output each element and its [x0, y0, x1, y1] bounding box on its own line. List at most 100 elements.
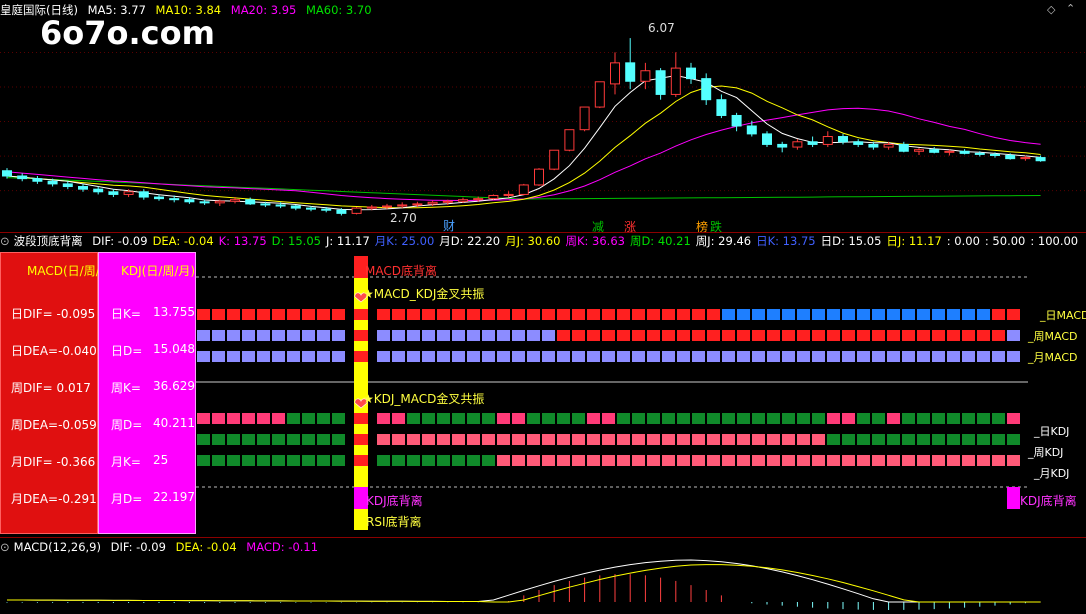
signal-cell [527, 413, 540, 424]
signal-cell [302, 309, 315, 320]
signal-cell [857, 413, 870, 424]
candle-body [670, 67, 681, 95]
signal-cell [497, 309, 510, 320]
candle-body [336, 209, 347, 214]
candle-body [78, 186, 88, 190]
signal-cell [257, 455, 270, 466]
signal-cell [767, 309, 780, 320]
chevron-up-icon[interactable]: ⌃ [1066, 2, 1075, 15]
indicator-value: DEA: -0.04 [152, 234, 214, 248]
macd-kdj-cross-label: ★MACD_KDJ金叉共振 [363, 287, 485, 301]
macd-header: ⊙ MACD(12,26,9) DIF: -0.09 DEA: -0.04 MAC… [0, 538, 324, 556]
signal-cell [332, 351, 345, 362]
signal-cell [947, 455, 960, 466]
signal-cell [752, 330, 765, 341]
signal-cell [602, 455, 615, 466]
signal-cell [467, 413, 480, 424]
signal-cell [767, 351, 780, 362]
candle-body [275, 204, 286, 207]
signal-cell [452, 413, 465, 424]
collapse-icon[interactable]: ⊙ [0, 234, 10, 248]
signal-cell [917, 413, 930, 424]
signal-cell [887, 330, 900, 341]
signal-cell [557, 413, 570, 424]
signal-cell [632, 351, 645, 362]
candle-body [108, 191, 119, 195]
signal-cell [647, 330, 660, 341]
signal-cell [647, 309, 660, 320]
signal-cell [557, 330, 570, 341]
indicator-value: 周J: 29.46 [695, 234, 752, 248]
signal-cell [407, 413, 420, 424]
row-label-week-kdj-text: 周KDJ [1033, 446, 1064, 459]
candle-body [853, 141, 864, 145]
signal-cell [467, 309, 480, 320]
signal-cell [287, 309, 300, 320]
candle-body [154, 196, 164, 200]
signal-cell [227, 413, 240, 424]
indicator-value: : 0.00 [946, 234, 980, 248]
signal-cell [317, 413, 330, 424]
signal-cell [932, 309, 945, 320]
signal-cell [482, 330, 495, 341]
candle-body [549, 149, 560, 170]
signal-cell [257, 351, 270, 362]
signal-cell [587, 309, 600, 320]
diamond-icon[interactable]: ◇ [1047, 3, 1055, 16]
signal-cell [422, 434, 435, 445]
signal-cell [947, 434, 960, 445]
candle-body [594, 81, 605, 108]
candle-body [838, 136, 848, 143]
signal-cell [377, 455, 390, 466]
signal-cell [332, 434, 345, 445]
candle-body [564, 129, 575, 151]
signal-cell [272, 309, 285, 320]
signal-cell [242, 434, 255, 445]
signal-cell [377, 309, 390, 320]
signal-cell [872, 330, 885, 341]
signal-cell [572, 455, 585, 466]
signal-cell [677, 309, 690, 320]
indicator-value: D: 15.05 [271, 234, 321, 248]
signal-cell [767, 413, 780, 424]
signal-cell [677, 351, 690, 362]
candle-body [503, 193, 514, 196]
signal-cell [827, 330, 840, 341]
macd-indicator-name[interactable]: MACD(12,26,9) [14, 540, 101, 554]
signal-cell [512, 330, 525, 341]
signal-cell [257, 330, 270, 341]
signal-cell [737, 309, 750, 320]
signal-cell [662, 309, 675, 320]
signal-cell [407, 455, 420, 466]
candle-body [944, 150, 955, 153]
indicator-values: DIF: -0.09 DEA: -0.04 K: 13.75 D: 15.05 J: 1… [92, 234, 1083, 248]
high-price-label: 6.07 [648, 21, 675, 35]
candle-body [1005, 154, 1016, 160]
candle-body [473, 198, 484, 201]
signal-cell [542, 434, 555, 445]
signal-cell [407, 309, 420, 320]
macd-macd-value: MACD: -0.11 [246, 540, 319, 554]
signal-cell [902, 434, 915, 445]
row-label-day-kdj: _日KDJ [1034, 425, 1070, 438]
candle-body [625, 62, 636, 82]
signal-cell [992, 455, 1005, 466]
signal-cell [242, 351, 255, 362]
row-label-day-kdj-text: 日KDJ [1039, 425, 1070, 438]
macd-collapse-icon[interactable]: ⊙ [0, 540, 10, 554]
indicator-name[interactable]: 波段顶底背离 [14, 234, 83, 248]
signal-cell [354, 309, 368, 320]
signal-cell [392, 351, 405, 362]
candle-body [1035, 157, 1046, 162]
signal-cell [422, 455, 435, 466]
signal-cell [422, 413, 435, 424]
signal-cell [677, 434, 690, 445]
signal-cell [812, 330, 825, 341]
signal-cell [647, 434, 660, 445]
candle-body [898, 143, 909, 152]
signal-cell [857, 330, 870, 341]
signal-cell [737, 413, 750, 424]
indicator-value: 月J: 30.60 [505, 234, 561, 248]
candle-body [442, 200, 453, 203]
signal-cell [392, 330, 405, 341]
